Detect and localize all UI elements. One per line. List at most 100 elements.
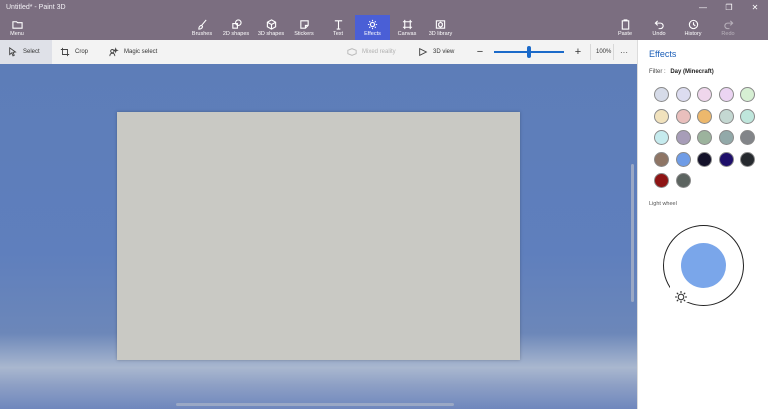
filter-swatch[interactable] [675,173,691,188]
tab-stickers-label: Stickers [294,30,314,37]
window-title: Untitled* - Paint 3D [6,4,66,11]
window-controls: — ❐ ✕ [690,0,768,15]
zoom-level[interactable]: 100% [596,40,611,64]
tab-2d-shapes[interactable]: 2D shapes [221,15,251,40]
crop-tool-label: Crop [75,49,89,55]
sun-icon [367,19,378,29]
library-icon [435,19,446,29]
filter-swatch[interactable] [697,130,712,145]
light-wheel-label: Light wheel [649,201,677,207]
3d-view-label: 3D view [433,49,455,55]
tab-3d-shapes[interactable]: 3D shapes [256,15,286,40]
tab-stickers[interactable]: Stickers [291,15,317,40]
horizontal-scrollbar[interactable] [176,403,454,406]
ribbon: Menu Brushes 2D shapes 3D shapes Sticker… [0,15,768,40]
magic-select-label: Magic select [124,49,158,55]
zoom-out-button[interactable]: − [473,45,487,59]
light-source-handle[interactable] [674,290,688,304]
pointer-icon [9,47,17,57]
tab-2d-shapes-label: 2D shapes [222,30,250,37]
undo-icon [654,19,664,29]
cube-icon [266,18,276,30]
tab-brushes[interactable]: Brushes [189,15,215,40]
filter-swatch[interactable] [740,87,755,102]
filter-swatch[interactable] [740,108,755,124]
filter-swatch[interactable] [740,130,755,145]
tab-text[interactable]: Text [325,15,351,40]
minimize-button[interactable]: — [690,0,716,15]
crop-icon [60,47,70,57]
maximize-button[interactable]: ❐ [716,0,742,15]
redo-icon [723,19,733,29]
sticker-icon [299,19,309,29]
magic-select-icon [109,47,119,57]
tool-options-bar: Select Crop Magic select Mixed reality 3… [0,40,637,64]
canvas-icon [402,19,412,29]
text-icon [334,19,342,30]
filter-swatch[interactable] [675,151,691,167]
more-options-button[interactable]: ··· [620,40,628,64]
workspace[interactable] [0,64,637,409]
tab-canvas[interactable]: Canvas [394,15,420,40]
filter-swatch[interactable] [697,87,712,102]
filter-swatch[interactable] [718,151,734,167]
filter-line: Filter : Day (Minecraft) [649,69,714,75]
zoom-slider-thumb[interactable] [527,46,531,58]
filter-swatch[interactable] [654,87,669,102]
tab-effects[interactable]: Effects [355,15,390,40]
more-options-icon: ··· [620,47,628,57]
history-icon [688,19,698,29]
title-bar: Untitled* - Paint 3D — ❐ ✕ [0,0,768,15]
undo-button[interactable]: Undo [648,15,670,40]
filter-swatch[interactable] [718,108,734,124]
history-label: History [684,30,702,37]
view-3d-icon [419,47,428,57]
tab-3d-shapes-label: 3D shapes [257,30,285,37]
filter-swatch[interactable] [740,151,755,167]
tab-3d-library[interactable]: 3D library [424,15,457,40]
zoom-in-button[interactable]: + [571,45,585,59]
undo-label: Undo [652,30,666,37]
redo-label: Redo [721,30,735,37]
mixed-reality-label: Mixed reality [362,49,396,55]
sun-icon [675,291,687,303]
menu-label: Menu [10,30,24,37]
magic-select-tool[interactable]: Magic select [109,40,157,64]
close-button[interactable]: ✕ [742,0,768,15]
filter-swatch[interactable] [654,108,669,124]
filter-value: Day (Minecraft) [670,69,714,75]
tab-text-label: Text [332,30,344,37]
filter-swatch[interactable] [675,87,691,102]
filter-swatch[interactable] [675,108,691,124]
filter-label: Filter : [649,69,666,75]
tab-canvas-label: Canvas [397,30,417,37]
drawing-canvas[interactable] [117,112,520,360]
filter-swatch[interactable] [718,87,734,102]
filter-swatch[interactable] [697,151,712,167]
crop-tool[interactable]: Crop [60,40,88,64]
redo-button[interactable]: Redo [717,15,739,40]
filter-swatch[interactable] [675,130,691,145]
folder-icon [11,20,23,29]
mixed-reality-button[interactable]: Mixed reality [347,40,396,64]
select-tool-label: Select [23,49,40,55]
tab-effects-label: Effects [364,30,381,37]
filter-swatch[interactable] [697,108,712,124]
zoom-level-value: 100% [596,49,612,55]
panel-title: Effects [649,49,677,59]
vertical-scrollbar[interactable] [631,164,634,302]
select-tool[interactable]: Select [0,40,52,64]
paste-icon [621,18,629,30]
mixed-reality-icon [347,48,357,56]
history-button[interactable]: History [681,15,705,40]
filter-swatch[interactable] [654,173,669,188]
filter-swatch[interactable] [718,130,734,145]
menu-button[interactable]: Menu [4,15,30,40]
paste-button[interactable]: Paste [614,15,636,40]
filter-swatch[interactable] [654,130,669,145]
tab-3d-library-label: 3D library [428,30,453,37]
divider [590,44,591,60]
light-wheel-center[interactable] [681,243,726,288]
3d-view-button[interactable]: 3D view [418,40,454,64]
filter-swatch[interactable] [654,151,669,167]
